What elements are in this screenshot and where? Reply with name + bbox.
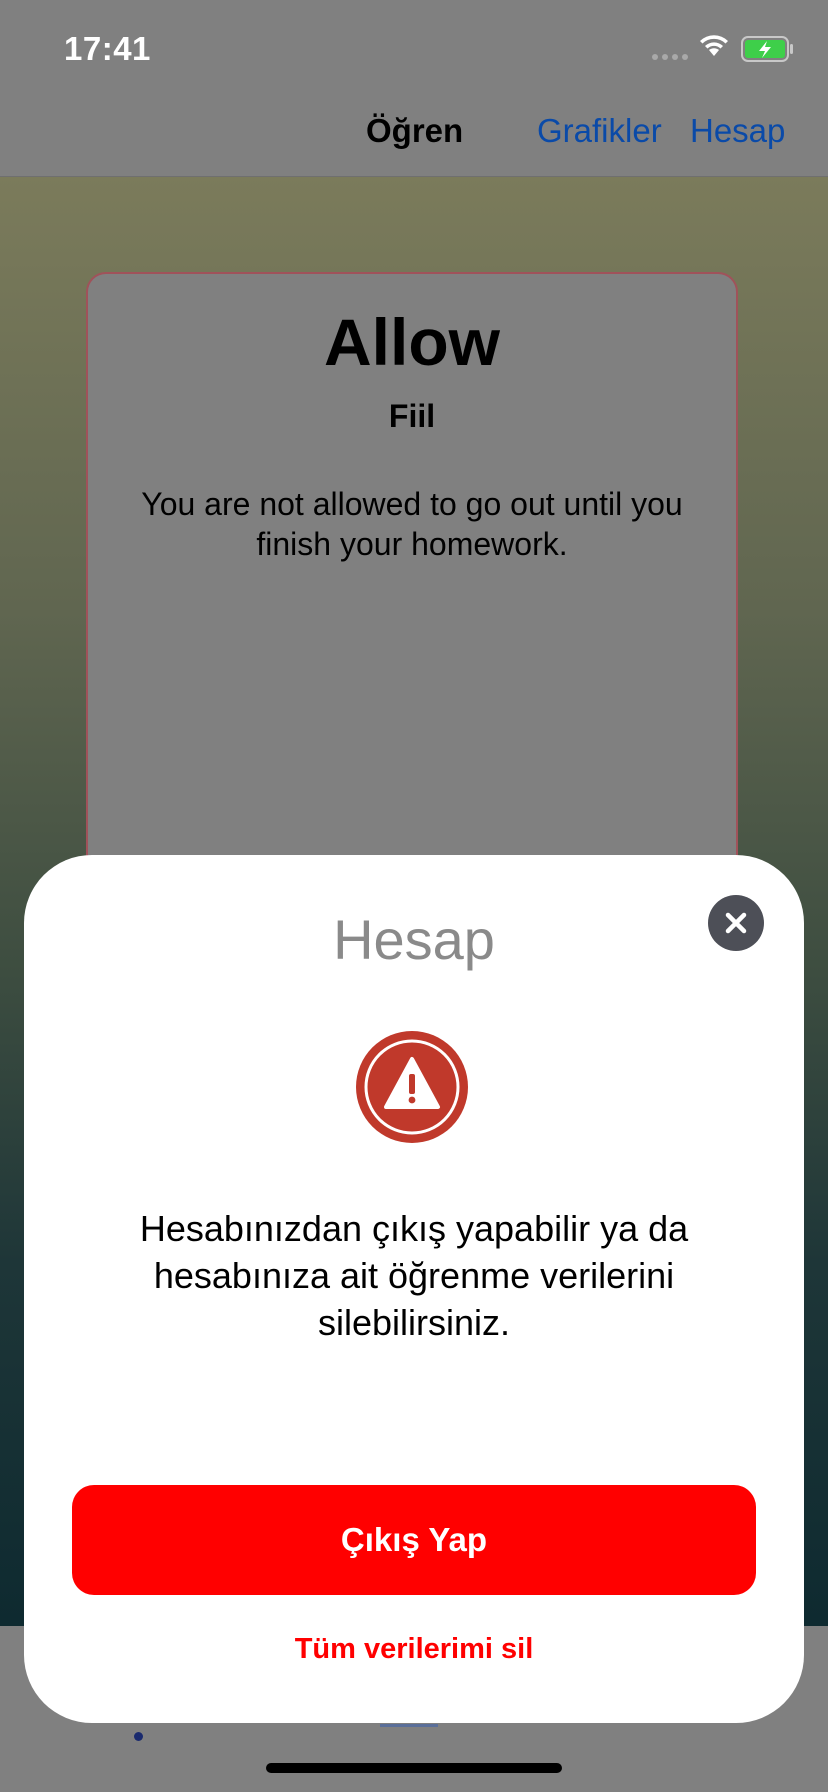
flashcard-word: Allow: [324, 305, 500, 379]
status-time: 17:41: [64, 30, 151, 67]
delete-all-data-button[interactable]: Tüm verilerimi sil: [24, 1633, 804, 1666]
close-icon: [725, 912, 747, 934]
navigation-bar: Öğren Grafikler Hesap: [0, 92, 828, 177]
nav-link-hesap[interactable]: Hesap: [690, 112, 785, 150]
account-sheet: Hesap Hesabınızdan çıkış yapabilir ya da…: [24, 855, 804, 1723]
wifi-icon: [700, 35, 728, 56]
battery-charging-icon: [741, 36, 793, 62]
close-button[interactable]: [708, 895, 764, 951]
tab-indicator-dot: [134, 1732, 143, 1741]
sheet-message: Hesabınızdan çıkış yapabilir ya da hesab…: [139, 1208, 689, 1343]
sheet-title: Hesap: [333, 908, 495, 971]
nav-link-grafikler[interactable]: Grafikler: [537, 112, 662, 150]
cellular-signal-icon: [652, 54, 688, 60]
logout-button[interactable]: Çıkış Yap: [72, 1485, 756, 1595]
flashcard-example: You are not allowed to go out until you …: [141, 486, 683, 562]
status-bar: 17:41: [0, 0, 828, 92]
home-indicator: [266, 1763, 562, 1773]
nav-title[interactable]: Öğren: [366, 112, 463, 150]
warning-icon: [356, 1031, 468, 1143]
flashcard-word-type: Fiil: [388, 398, 436, 434]
